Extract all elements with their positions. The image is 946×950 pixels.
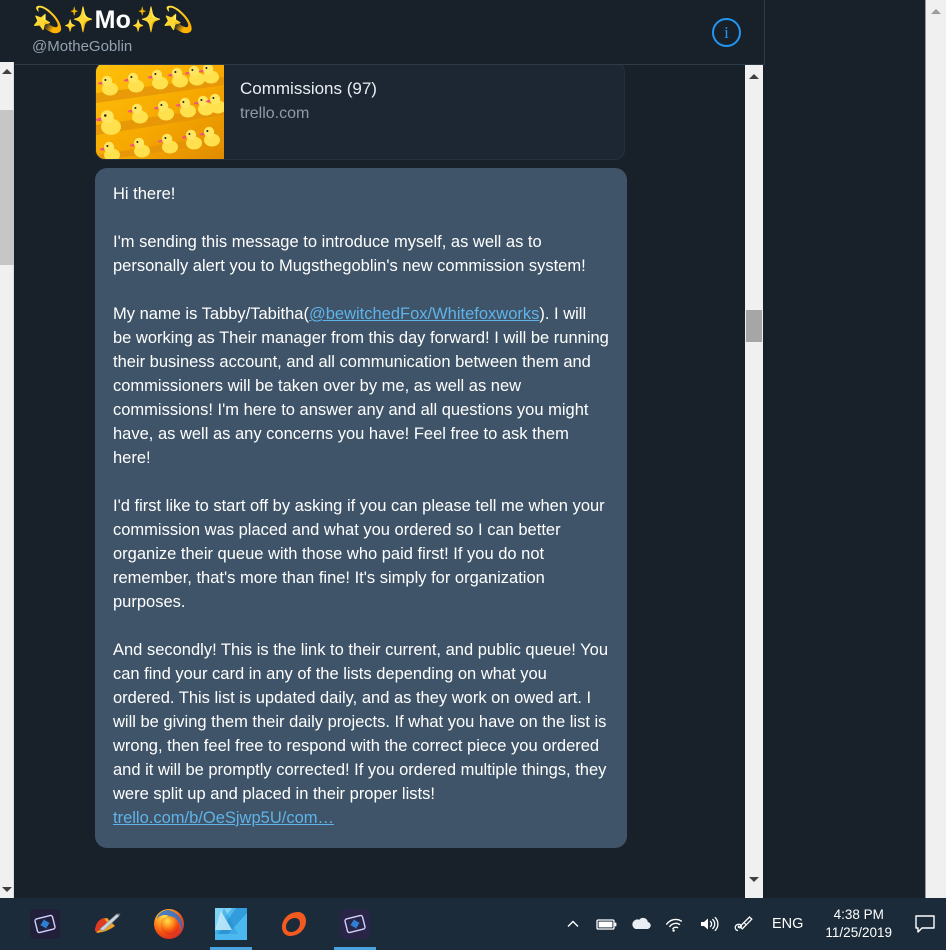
clip-studio-paint-icon bbox=[30, 909, 60, 939]
pen-icon bbox=[734, 916, 753, 932]
taskbar-item-clip-studio-paint[interactable] bbox=[14, 898, 76, 950]
clock-date: 11/25/2019 bbox=[825, 925, 892, 940]
page-vertical-scrollbar[interactable] bbox=[925, 0, 946, 950]
action-center-button[interactable] bbox=[904, 898, 946, 950]
chat-header: 💫✨Mo✨💫 @MotheGoblin i bbox=[15, 0, 765, 65]
network-icon[interactable] bbox=[658, 898, 692, 950]
info-icon[interactable]: i bbox=[712, 18, 741, 47]
chat-scrollbar-thumb[interactable] bbox=[746, 310, 762, 342]
battery-icon[interactable] bbox=[590, 898, 624, 950]
cloud-icon bbox=[632, 917, 651, 929]
message-paragraph: Hi there! bbox=[113, 185, 176, 203]
link-preview-meta: Commissions (97) trello.com bbox=[224, 65, 377, 159]
clock[interactable]: 4:38 PM 11/25/2019 bbox=[813, 898, 904, 950]
onedrive-icon[interactable] bbox=[624, 898, 658, 950]
conversation-handle: @MotheGoblin bbox=[32, 38, 133, 55]
battery-icon bbox=[596, 919, 617, 930]
mention-link[interactable]: @bewitchedFox/Whitefoxworks bbox=[309, 305, 539, 323]
conversation-display-name: Mo bbox=[94, 6, 132, 34]
volume-icon[interactable] bbox=[692, 898, 726, 950]
shooting-star-sparkle-left-icon: 💫✨ bbox=[32, 6, 95, 34]
scrollbar-thumb[interactable] bbox=[0, 110, 14, 265]
screen: 💫✨Mo✨💫 @MotheGoblin i Commissions (97) t… bbox=[0, 0, 946, 950]
taskbar-item-affinity-designer[interactable] bbox=[200, 898, 262, 950]
link-preview-title: Commissions (97) bbox=[240, 79, 377, 98]
window-vertical-scrollbar[interactable] bbox=[0, 62, 14, 898]
chevron-up-icon bbox=[749, 73, 759, 79]
message-paragraph: My name is Tabby/Tabitha(@bewitchedFox/W… bbox=[113, 302, 609, 470]
chevron-up-icon bbox=[931, 8, 941, 14]
paragraph-prefix: My name is Tabby/Tabitha( bbox=[113, 305, 309, 323]
pen-windows-ink-icon[interactable] bbox=[726, 898, 762, 950]
chat-scroll-down-button[interactable] bbox=[745, 868, 763, 890]
speaker-icon bbox=[701, 916, 719, 932]
messaging-app-panel: 💫✨Mo✨💫 @MotheGoblin i Commissions (97) t… bbox=[15, 0, 925, 898]
rubber-ducks-image bbox=[96, 65, 224, 159]
notification-icon bbox=[915, 915, 935, 933]
sparkle-shooting-star-right-icon: ✨💫 bbox=[131, 6, 194, 34]
chevron-down-icon bbox=[749, 876, 759, 882]
paint-tool-sai-icon bbox=[95, 913, 121, 933]
message-paragraph: I'd first like to start off by asking if… bbox=[113, 497, 605, 611]
system-tray: ENG 4:38 PM 11/25/2019 bbox=[556, 898, 946, 950]
chat-vertical-scrollbar[interactable] bbox=[745, 65, 763, 898]
message-bubble[interactable]: Hi there! I'm sending this message to in… bbox=[95, 168, 627, 848]
trello-board-link[interactable]: trello.com/b/OeSjwp5U/com… bbox=[113, 806, 609, 830]
windows-taskbar: ENG 4:38 PM 11/25/2019 bbox=[0, 898, 946, 950]
scroll-up-button[interactable] bbox=[0, 62, 14, 80]
affinity-designer-icon bbox=[215, 908, 247, 940]
language-indicator[interactable]: ENG bbox=[762, 898, 813, 950]
conversation-title: 💫✨Mo✨💫 bbox=[32, 5, 194, 35]
message-list: Commissions (97) trello.com Hi there! I'… bbox=[15, 65, 765, 898]
chat-scroll-up-button[interactable] bbox=[745, 65, 763, 87]
clock-time: 4:38 PM bbox=[833, 907, 884, 922]
origin-icon bbox=[282, 912, 306, 936]
chevron-down-icon bbox=[2, 886, 12, 892]
clip-studio-paint-icon bbox=[340, 909, 370, 939]
scroll-down-button[interactable] bbox=[0, 880, 14, 898]
paragraph-text: And secondly! This is the link to their … bbox=[113, 641, 609, 803]
chevron-up-icon bbox=[567, 920, 579, 927]
message-paragraph: I'm sending this message to introduce my… bbox=[113, 233, 586, 275]
taskbar-item-clip-studio-paint-2[interactable] bbox=[324, 898, 386, 950]
page-scroll-up-button[interactable] bbox=[926, 2, 946, 20]
taskbar-app-list bbox=[14, 898, 386, 950]
taskbar-item-origin[interactable] bbox=[262, 898, 324, 950]
firefox-icon bbox=[154, 909, 184, 939]
taskbar-item-paint-tool-sai[interactable] bbox=[76, 898, 138, 950]
message-paragraph: And secondly! This is the link to their … bbox=[113, 638, 609, 830]
taskbar-item-firefox[interactable] bbox=[138, 898, 200, 950]
link-preview-domain: trello.com bbox=[240, 105, 310, 122]
chevron-up-icon bbox=[2, 68, 12, 74]
link-preview-thumbnail bbox=[96, 65, 224, 159]
link-preview-card[interactable]: Commissions (97) trello.com bbox=[95, 65, 625, 160]
show-hidden-icons-button[interactable] bbox=[556, 898, 590, 950]
paragraph-suffix: ). I will be working as Their manager fr… bbox=[113, 305, 609, 467]
wifi-icon bbox=[666, 918, 683, 932]
